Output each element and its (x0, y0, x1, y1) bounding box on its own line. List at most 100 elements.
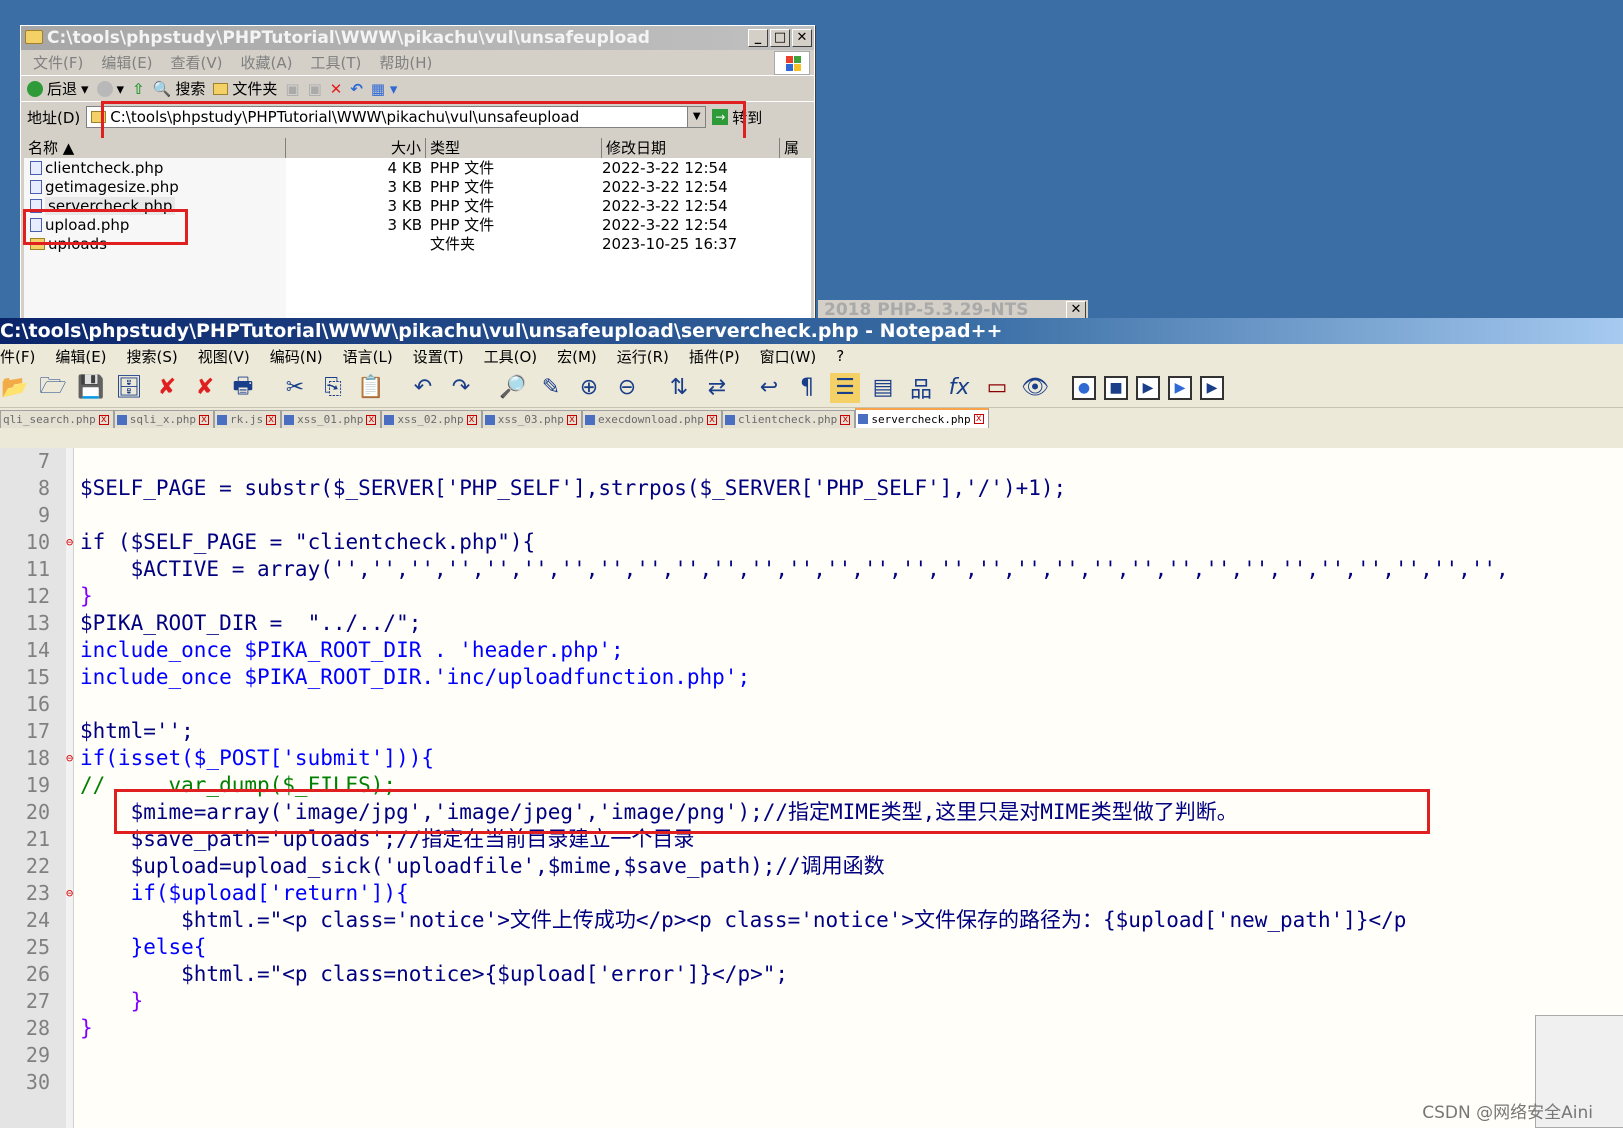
menu-file[interactable]: 件(F) (0, 346, 35, 367)
zoom-in-icon[interactable]: ⊕ (574, 373, 604, 403)
tab-clientcheck[interactable]: clientcheck.php x (721, 410, 856, 428)
column-date[interactable]: 修改日期 (602, 138, 780, 158)
close-icon[interactable]: ✘ (152, 373, 182, 403)
find-icon[interactable]: 🔎 (498, 373, 528, 403)
play-macro-icon[interactable]: ▶ (1136, 375, 1160, 400)
menu-tools[interactable]: 工具(T) (310, 52, 361, 73)
menu-run[interactable]: 运行(R) (617, 346, 669, 367)
menu-macro[interactable]: 宏(M) (557, 346, 597, 367)
word-wrap-icon[interactable]: ↩ (754, 373, 784, 403)
save-icon[interactable]: 💾 (76, 373, 106, 403)
print-icon[interactable]: 🖶 (228, 373, 258, 403)
redo-icon[interactable]: ↷ (446, 373, 476, 403)
close-button[interactable]: ✕ (1066, 301, 1086, 319)
save-all-icon[interactable]: 🗄 (114, 373, 144, 403)
monitor-icon[interactable]: ▭ (982, 373, 1012, 403)
stop-macro-icon[interactable]: ■ (1104, 375, 1128, 400)
minimize-button[interactable]: _ (748, 29, 768, 47)
menu-search[interactable]: 搜索(S) (127, 346, 178, 367)
views-button[interactable]: ▦ ▾ (371, 80, 397, 98)
indent-guide-icon[interactable]: ☰ (830, 372, 860, 403)
tab-sqli-x[interactable]: sqli_x.php x (113, 410, 215, 428)
column-type[interactable]: 类型 (426, 138, 602, 158)
file-row-selected[interactable]: servercheck.php 3 KB PHP 文件 2022-3-22 12… (24, 196, 811, 215)
file-row[interactable]: upload.php 3 KB PHP 文件 2022-3-22 12:54 (24, 215, 811, 234)
menu-view[interactable]: 视图(V) (198, 346, 250, 367)
file-row[interactable]: getimagesize.php 3 KB PHP 文件 2022-3-22 1… (24, 177, 811, 196)
undo-icon[interactable]: ↶ (408, 373, 438, 403)
save-macro-icon[interactable]: ▶ (1200, 375, 1224, 400)
menu-language[interactable]: 语言(L) (343, 346, 393, 367)
line-number: 23 (25, 881, 50, 905)
folder-row[interactable]: uploads 文件夹 2023-10-25 16:37 (24, 234, 811, 253)
line-number: 24 (25, 908, 50, 932)
menu-help[interactable]: ? (836, 347, 844, 365)
delete-button[interactable]: ✕ (330, 80, 343, 98)
column-name[interactable]: 名称 ▲ (24, 138, 286, 158)
up-arrow-icon: ⇧ (132, 79, 145, 98)
show-all-chars-icon[interactable]: ¶ (792, 373, 822, 403)
tab-servercheck[interactable]: servercheck.php x (855, 408, 989, 428)
menu-encoding[interactable]: 编码(N) (270, 346, 323, 367)
language-icon[interactable]: ▤ (868, 373, 898, 403)
tab-execdownload[interactable]: execdownload.php x (581, 410, 722, 428)
maximize-button[interactable]: □ (770, 29, 790, 47)
go-button[interactable]: → 转到 (712, 107, 762, 128)
line-number: 17 (25, 719, 50, 743)
tab-xss-02[interactable]: xss_02.php x (381, 410, 482, 428)
eye-icon[interactable]: 👁 (1020, 373, 1050, 403)
cut-icon[interactable]: ✂ (280, 373, 310, 403)
explorer-window: C:\tools\phpstudy\PHPTutorial\WWW\pikach… (20, 25, 815, 326)
zoom-out-icon[interactable]: ⊖ (612, 373, 642, 403)
copy-to-button[interactable]: ▣ (308, 80, 322, 98)
menu-plugins[interactable]: 插件(P) (689, 346, 740, 367)
fold-marker-icon: ⊖ (66, 535, 74, 549)
explorer-title-bar[interactable]: C:\tools\phpstudy\PHPTutorial\WWW\pikach… (21, 26, 814, 50)
tab-xss-01[interactable]: xss_01.php x (281, 410, 382, 428)
menu-edit[interactable]: 编辑(E) (55, 346, 106, 367)
undo-button[interactable]: ↶ (350, 80, 363, 98)
move-to-button[interactable]: ▣ (285, 80, 299, 98)
notepadpp-title[interactable]: C:\tools\phpstudy\PHPTutorial\WWW\pikach… (0, 318, 1623, 344)
notepadpp-menubar: 件(F) 编辑(E) 搜索(S) 视图(V) 编码(N) 语言(L) 设置(T)… (0, 344, 1623, 368)
close-button[interactable]: ✕ (792, 29, 812, 47)
search-button[interactable]: 🔍 搜索 (153, 78, 206, 99)
notepadpp-window: C:\tools\phpstudy\PHPTutorial\WWW\pikach… (0, 318, 1623, 1128)
forward-button[interactable]: ▾ (96, 80, 124, 98)
menu-edit[interactable]: 编辑(E) (101, 52, 152, 73)
open-icon[interactable]: 🗁 (38, 373, 68, 403)
close-all-icon[interactable]: ✘ (190, 373, 220, 403)
address-dropdown-button[interactable]: ▼ (687, 107, 706, 127)
line-number: 21 (25, 827, 50, 851)
phpstudy-window-title[interactable]: 2018 PHP-5.3.29-NTS ✕ (818, 300, 1088, 320)
menu-tools[interactable]: 工具(O) (484, 346, 538, 367)
function-list-icon[interactable]: fx (944, 373, 974, 403)
menu-help[interactable]: 帮助(H) (379, 52, 432, 73)
play-multiple-icon[interactable]: ▶ (1168, 375, 1192, 400)
sync-horizontal-icon[interactable]: ⇄ (702, 373, 732, 403)
menu-settings[interactable]: 设置(T) (413, 346, 464, 367)
menu-view[interactable]: 查看(V) (171, 52, 223, 73)
tab-xss-03[interactable]: xss_03.php x (481, 410, 582, 428)
address-input[interactable]: C:\tools\phpstudy\PHPTutorial\WWW\pikach… (86, 106, 707, 128)
up-folder-button[interactable]: ⇧ (132, 80, 145, 98)
copy-icon[interactable]: ⎘ (318, 373, 348, 403)
record-macro-icon[interactable]: ● (1072, 375, 1096, 400)
line-number: 13 (25, 611, 50, 635)
open-file-icon[interactable]: 📂 (0, 373, 30, 403)
folders-button[interactable]: 文件夹 (213, 78, 277, 99)
file-row[interactable]: clientcheck.php 4 KB PHP 文件 2022-3-22 12… (24, 158, 811, 177)
document-map-icon[interactable]: 品 (906, 373, 936, 403)
sync-vertical-icon[interactable]: ⇅ (664, 373, 694, 403)
tab-rk-js[interactable]: rk.js x (214, 410, 282, 428)
menu-favorites[interactable]: 收藏(A) (241, 52, 293, 73)
menu-window[interactable]: 窗口(W) (760, 346, 817, 367)
paste-icon[interactable]: 📋 (356, 373, 386, 403)
column-attr[interactable]: 属 (780, 138, 800, 158)
column-size[interactable]: 大小 (286, 138, 426, 158)
back-button[interactable]: 后退 ▾ (27, 78, 89, 99)
code-editor[interactable]: 7 8 $SELF_PAGE = substr($_SERVER['PHP_SEL… (0, 448, 1623, 1128)
menu-file[interactable]: 文件(F) (33, 52, 83, 73)
tab-qli-search[interactable]: qli_search.php x (0, 410, 114, 428)
replace-icon[interactable]: ✎ (536, 373, 566, 403)
